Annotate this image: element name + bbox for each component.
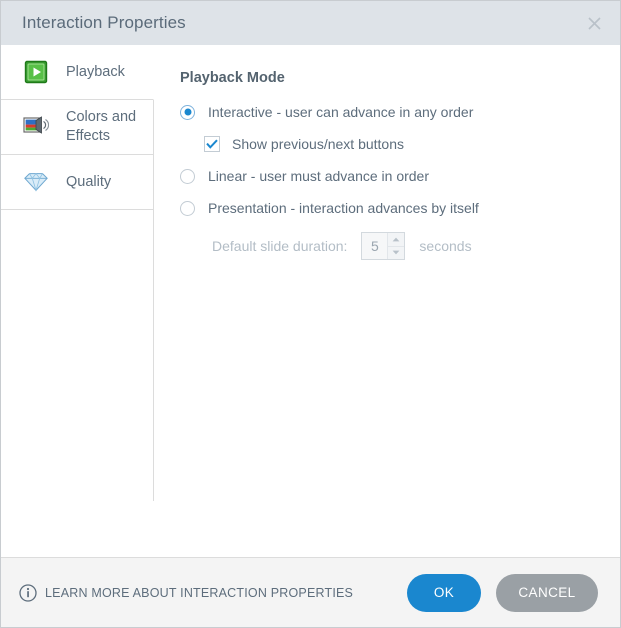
cancel-button[interactable]: CANCEL xyxy=(496,573,598,612)
radio-linear[interactable] xyxy=(180,168,195,184)
section-title: Playback Mode xyxy=(180,70,285,86)
stepper-down-icon[interactable] xyxy=(388,247,404,260)
ok-button[interactable]: OK xyxy=(407,573,481,612)
radio-presentation[interactable] xyxy=(180,200,195,216)
checkbox-label: Show previous/next buttons xyxy=(232,136,404,152)
checkbox-show-prev-next[interactable]: Show previous/next buttons xyxy=(204,132,620,156)
sidebar-item-label: Quality xyxy=(66,173,112,190)
sidebar-item-quality[interactable]: Quality xyxy=(1,155,154,210)
sidebar-empty-space xyxy=(1,210,154,501)
radio-label: Linear - user must advance in order xyxy=(208,168,429,184)
radio-label: Presentation - interaction advances by i… xyxy=(208,200,479,216)
radio-option-presentation[interactable]: Presentation - interaction advances by i… xyxy=(180,196,620,220)
close-icon[interactable] xyxy=(582,11,606,35)
radio-label: Interactive - user can advance in any or… xyxy=(208,104,474,120)
radio-option-interactive[interactable]: Interactive - user can advance in any or… xyxy=(180,100,620,124)
duration-stepper[interactable]: 5 xyxy=(361,232,406,260)
sidebar-item-label: Playback xyxy=(66,63,125,80)
info-icon xyxy=(19,583,37,602)
dialog-body: Playback Colors and Effects Quality Play… xyxy=(1,45,620,557)
learn-more-link[interactable]: LEARN MORE ABOUT INTERACTION PROPERTIES xyxy=(19,583,354,602)
playback-panel: Playback Mode Interactive - user can adv… xyxy=(154,45,620,557)
stepper-up-icon[interactable] xyxy=(388,233,405,247)
checkbox-show-prev-next-box[interactable] xyxy=(204,136,220,152)
stepper-arrows xyxy=(387,233,405,260)
interaction-properties-dialog: Interaction Properties Playback Colors a… xyxy=(0,0,621,628)
play-button-icon xyxy=(23,59,49,85)
colors-and-effects-icon xyxy=(23,114,49,140)
diamond-icon xyxy=(23,169,49,195)
seconds-label: seconds xyxy=(419,238,472,254)
radio-option-linear[interactable]: Linear - user must advance in order xyxy=(180,164,620,188)
duration-value[interactable]: 5 xyxy=(362,233,388,259)
dialog-footer: LEARN MORE ABOUT INTERACTION PROPERTIES … xyxy=(1,557,620,627)
title-bar: Interaction Properties xyxy=(1,1,620,45)
sidebar: Playback Colors and Effects Quality xyxy=(1,45,154,557)
sidebar-item-label: Colors and Effects xyxy=(66,109,137,144)
window-title: Interaction Properties xyxy=(22,13,186,32)
sidebar-item-colors-and-effects[interactable]: Colors and Effects xyxy=(1,100,154,155)
default-slide-duration-row: Default slide duration: 5 seconds xyxy=(212,232,620,260)
sidebar-item-playback[interactable]: Playback xyxy=(1,45,154,100)
learn-more-text: LEARN MORE ABOUT INTERACTION PROPERTIES xyxy=(45,585,354,600)
duration-label: Default slide duration: xyxy=(212,238,348,254)
radio-interactive[interactable] xyxy=(180,104,195,120)
